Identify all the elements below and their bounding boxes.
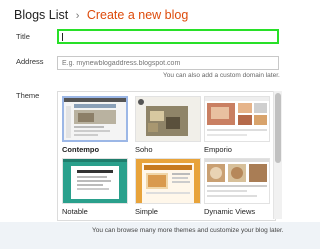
theme-name: Dynamic Views xyxy=(204,207,256,216)
theme-tile-simple[interactable]: Simple xyxy=(135,158,201,216)
theme-thumbnail-emporio xyxy=(204,96,270,142)
theme-label: Theme xyxy=(16,91,40,100)
theme-thumbnail-soho xyxy=(135,96,201,142)
address-input[interactable] xyxy=(57,56,279,70)
theme-tile-dynamic-views[interactable]: Dynamic Views xyxy=(204,158,270,216)
theme-gallery: Contempo Soho Emporio Notable Simple Dyn… xyxy=(57,91,276,221)
theme-tile-notable[interactable]: Notable xyxy=(62,158,128,216)
text-caret xyxy=(62,33,63,41)
theme-tile-contempo[interactable]: Contempo xyxy=(62,96,128,154)
theme-name: Soho xyxy=(135,145,153,154)
theme-name: Emporio xyxy=(204,145,232,154)
breadcrumb: Blogs List › Create a new blog xyxy=(14,8,188,22)
theme-tile-soho[interactable]: Soho xyxy=(135,96,201,154)
theme-thumbnail-notable xyxy=(62,158,128,204)
page-title: Create a new blog xyxy=(86,8,189,22)
title-label: Title xyxy=(16,32,30,41)
theme-name: Simple xyxy=(135,207,158,216)
address-label: Address xyxy=(16,57,44,66)
title-input[interactable] xyxy=(57,29,279,44)
theme-thumbnail-simple xyxy=(135,158,201,204)
theme-thumbnail-contempo xyxy=(62,96,128,142)
theme-name: Contempo xyxy=(62,145,100,154)
chevron-right-icon: › xyxy=(75,10,80,22)
address-hint: You can also add a custom domain later. xyxy=(163,72,280,79)
scrollbar-thumb[interactable] xyxy=(275,93,281,163)
themes-footer-note: You can browse many more themes and cust… xyxy=(92,227,284,234)
breadcrumb-blogs-list-link[interactable]: Blogs List xyxy=(14,8,68,22)
theme-gallery-scrollbar[interactable] xyxy=(273,91,282,219)
theme-name: Notable xyxy=(62,207,88,216)
theme-thumbnail-dynamic-views xyxy=(204,158,270,204)
theme-tile-emporio[interactable]: Emporio xyxy=(204,96,270,154)
